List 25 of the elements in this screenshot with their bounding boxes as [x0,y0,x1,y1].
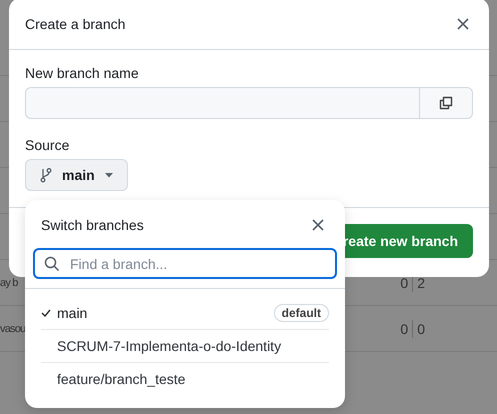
search-icon [44,256,60,272]
branch-icon [40,167,52,183]
close-icon[interactable] [457,18,469,30]
check-icon [41,309,51,317]
branch-search-field[interactable]: Find a branch... [33,248,337,279]
branch-item[interactable]: SCRUM-7-Implementa-o-do-Identity [41,330,329,363]
row-text: vasou [0,322,26,334]
menu-title: Switch branches [41,217,144,233]
behind-count: 2 [417,274,425,290]
ahead-count: 0 [400,320,408,336]
field-label: New branch name [25,65,139,81]
behind-count: 0 [417,320,425,336]
branch-item[interactable]: main default [41,297,329,330]
branch-name-field[interactable] [25,87,419,119]
default-label: default [274,304,329,322]
copy-button[interactable] [419,87,473,119]
close-icon[interactable] [312,219,324,231]
dialog-title: Create a branch [25,16,126,32]
row-text: ay b [0,276,18,288]
branch-select-button[interactable]: main [25,159,128,191]
branch-item[interactable]: feature/branch_teste [41,363,329,395]
field-label: Source [25,137,70,153]
copy-icon [438,95,454,111]
ahead-count: 0 [400,274,408,290]
caret-icon [104,172,113,178]
